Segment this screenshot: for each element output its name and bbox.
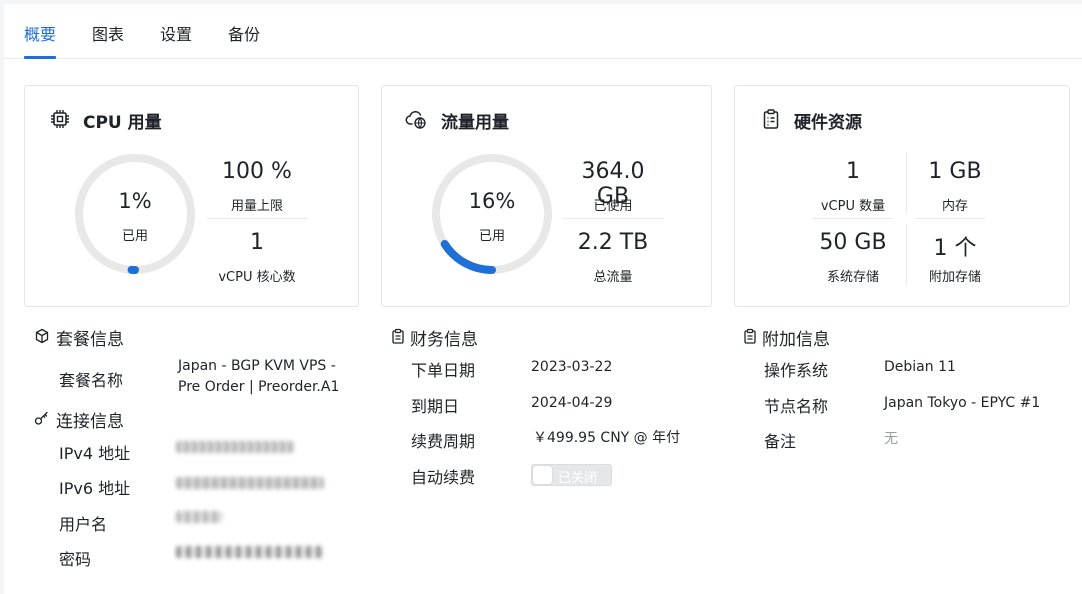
os-label: 操作系统 (764, 361, 829, 380)
tab-overview[interactable]: 概要 (24, 21, 56, 45)
vps-overview-page: 概要 图表 设置 备份 CPU 用量 1% 已用 100 % 用量上限 1 vC… (4, 4, 1082, 594)
cpu-card-title: CPU 用量 (83, 113, 162, 133)
plan-name-line1: Japan - BGP KVM VPS - (178, 358, 336, 374)
hw-memory-value: 1 GB (928, 159, 982, 184)
connection-section-title: 连接信息 (56, 412, 124, 432)
cpu-cores-value: 1 (250, 230, 264, 255)
auto-renew-label: 自动续费 (411, 468, 476, 487)
cpu-limit-value: 100 % (222, 159, 292, 184)
note-label: 备注 (764, 432, 797, 451)
traffic-total-value: 2.2 TB (577, 230, 649, 255)
traffic-total-label: 总流量 (593, 270, 633, 285)
ipv6-label: IPv6 地址 (59, 479, 131, 498)
hardware-card-title: 硬件资源 (794, 113, 862, 133)
tab-settings[interactable]: 设置 (160, 21, 192, 45)
cpu-chip-icon (51, 110, 69, 128)
cpu-stat-divider (207, 218, 307, 219)
traffic-usage-card: 流量用量 16% 已用 364.0 GB 已使用 2.2 TB 总流量 (381, 85, 712, 307)
ipv4-value-redacted (176, 441, 294, 453)
finance-section-title: 财务信息 (410, 330, 478, 350)
cpu-usage-label: 已用 (121, 229, 148, 244)
hw-vcpu-label: vCPU 数量 (820, 199, 886, 214)
clipboard-icon (763, 109, 779, 129)
traffic-usage-label: 已用 (478, 229, 505, 244)
hw-vcpu-value: 1 (846, 159, 860, 184)
clipboard-icon (392, 328, 404, 344)
traffic-card-title: 流量用量 (441, 113, 509, 133)
plan-section-title: 套餐信息 (56, 330, 124, 350)
node-name-value: Japan Tokyo - EPYC #1 (884, 395, 1041, 411)
renewal-cycle-label: 续费周期 (411, 432, 476, 451)
hw-memory-label: 内存 (941, 199, 968, 214)
plan-name-label: 套餐名称 (59, 371, 124, 390)
username-value-redacted (176, 511, 222, 523)
cloud-network-icon (405, 110, 426, 129)
clipboard-icon (744, 328, 756, 344)
expiry-date-label: 到期日 (411, 397, 460, 416)
password-value-redacted (176, 546, 324, 558)
tab-charts[interactable]: 图表 (92, 21, 124, 45)
ipv4-label: IPv4 地址 (59, 444, 131, 463)
traffic-used-label: 已使用 (593, 199, 633, 214)
hw-storage-value: 50 GB (819, 230, 887, 255)
ipv6-value-redacted (176, 477, 324, 489)
renewal-cycle-value: ￥499.95 CNY @ 年付 (533, 430, 681, 446)
hw-divider-bottom (906, 224, 907, 286)
key-icon (34, 411, 48, 425)
hw-divider-right (915, 218, 985, 219)
hw-extra-storage-value: 1 个 (933, 236, 977, 261)
cpu-usage-card: CPU 用量 1% 已用 100 % 用量上限 1 vCPU 核心数 (24, 85, 359, 307)
plan-name-line2: Pre Order | Preorder.A1 (178, 379, 340, 395)
active-tab-indicator (24, 56, 56, 59)
auto-renew-state: 已关闭 (558, 471, 598, 486)
traffic-stat-divider (562, 218, 664, 219)
expiry-date-value: 2024-04-29 (531, 395, 613, 411)
extra-section-title: 附加信息 (762, 330, 830, 350)
cpu-cores-label: vCPU 核心数 (218, 270, 296, 285)
hw-storage-label: 系统存储 (826, 270, 879, 285)
auto-renew-toggle[interactable]: 已关闭 (531, 464, 612, 486)
tab-bar: 概要 图表 设置 备份 (4, 4, 1082, 59)
username-label: 用户名 (59, 515, 108, 534)
hw-divider-left (813, 218, 893, 219)
cpu-usage-ring (75, 154, 195, 274)
note-value: 无 (884, 431, 898, 447)
password-label: 密码 (59, 550, 92, 569)
cpu-usage-value: 1% (118, 189, 152, 213)
hardware-resources-card: 硬件资源 1 vCPU 数量 1 GB 内存 50 GB 系统存储 1 个 附加… (734, 85, 1070, 307)
traffic-usage-value: 16% (468, 189, 516, 213)
package-icon (35, 328, 49, 344)
tab-backup[interactable]: 备份 (228, 21, 260, 45)
toggle-knob (533, 466, 552, 484)
hw-divider-top (906, 152, 907, 214)
traffic-usage-ring (432, 154, 552, 274)
order-date-value: 2023-03-22 (531, 359, 613, 375)
hw-extra-storage-label: 附加存储 (928, 270, 981, 285)
order-date-label: 下单日期 (411, 361, 476, 380)
node-name-label: 节点名称 (764, 397, 829, 416)
cpu-limit-label: 用量上限 (230, 199, 283, 214)
os-value: Debian 11 (884, 359, 956, 375)
